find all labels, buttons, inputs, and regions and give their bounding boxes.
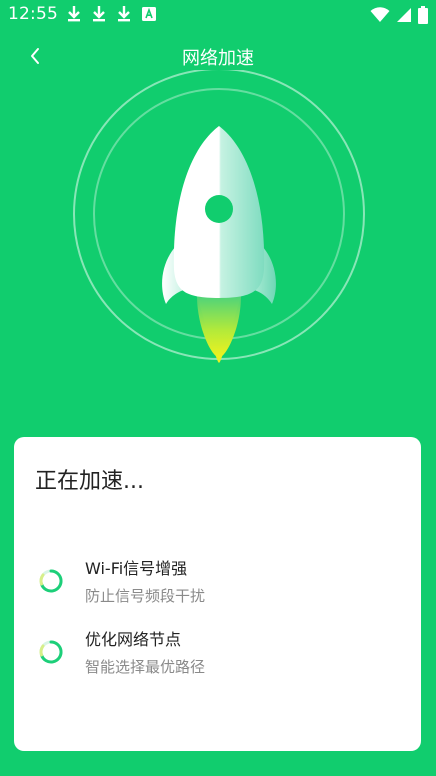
status-bar: 12:55 [0,0,436,30]
battery-icon [418,6,428,24]
task-description: 智能选择最优路径 [85,658,206,676]
loading-spinner-icon [39,640,63,664]
task-title: Wi-Fi信号增强 [85,559,188,578]
task-description: 防止信号频段干扰 [85,587,206,605]
loading-spinner-icon [39,569,63,593]
system-icons [370,6,428,24]
rocket-illustration [60,68,378,370]
rocket-graphic [73,68,365,363]
download-icon [93,6,105,22]
wifi-icon [370,7,390,22]
task-title: 优化网络节点 [85,630,182,649]
a-badge-icon [142,7,156,21]
status-time: 12:55 [8,4,58,24]
download-icon [68,6,80,22]
task-item-wifi-boost: Wi-Fi信号增强 防止信号频段干扰 [14,555,421,615]
card-title: 正在加速... [35,469,144,494]
acceleration-card: 正在加速... Wi-Fi信号增强 防止信号频段干扰 优化网络节点 智能选择最优… [14,437,421,751]
page-title: 网络加速 [182,48,254,69]
rocket-window [205,195,233,223]
task-item-network-optimize: 优化网络节点 智能选择最优路径 [14,626,421,686]
download-icon [118,6,130,22]
signal-icon [397,8,411,22]
notification-icons [66,5,157,23]
